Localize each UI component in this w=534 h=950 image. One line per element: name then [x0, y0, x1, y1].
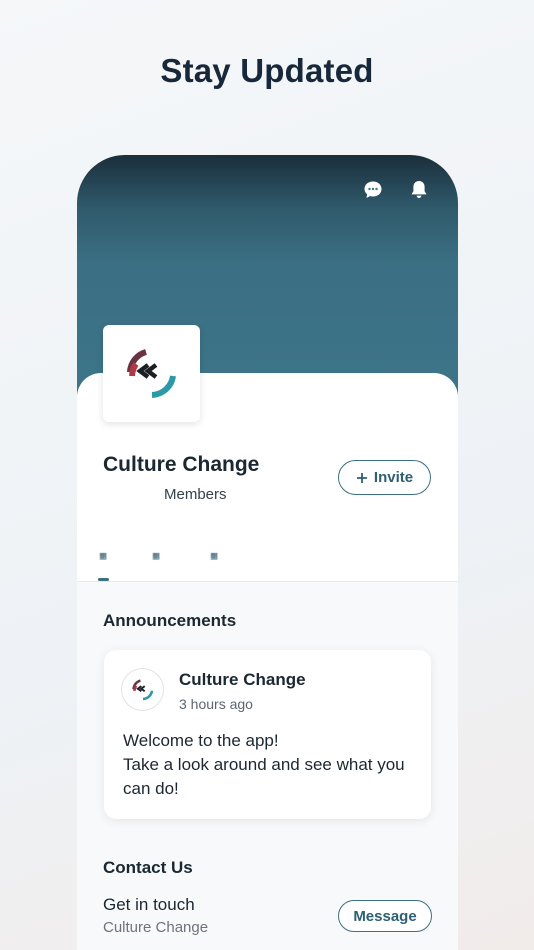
- post-timestamp: 3 hours ago: [179, 696, 253, 712]
- post-author: Culture Change: [179, 670, 306, 689]
- avatar: [121, 668, 164, 711]
- plus-icon: [356, 472, 367, 483]
- contact-subtitle: Culture Change: [103, 919, 209, 936]
- invite-label: Invite: [373, 469, 414, 486]
- announcements-title: Announcements: [103, 611, 237, 630]
- tab-3[interactable]: ▦: [206, 547, 222, 563]
- invite-button[interactable]: Invite: [338, 460, 431, 495]
- tab-bar: ▦ ▦ ▦: [77, 543, 458, 583]
- post-body: Welcome to the app! Take a look around a…: [123, 729, 423, 801]
- phone-frame: Culture Change Members Invite ▦ ▦ ▦ Anno…: [77, 155, 458, 950]
- post-body-line: Welcome to the app!: [123, 731, 279, 750]
- culture-change-logo-icon: [131, 678, 153, 700]
- headline: Stay Updated: [160, 52, 374, 89]
- chat-bubble-icon[interactable]: [362, 179, 384, 201]
- culture-change-logo-icon: [126, 348, 176, 398]
- members-link[interactable]: Members: [164, 486, 227, 503]
- contact-line: Get in touch: [103, 895, 195, 914]
- group-name: Culture Change: [103, 453, 260, 476]
- post-body-line: Take a look around and see what you can …: [123, 755, 405, 798]
- bell-icon[interactable]: [408, 179, 430, 201]
- message-button[interactable]: Message: [338, 900, 432, 932]
- tab-2[interactable]: ▦: [148, 547, 164, 563]
- announcement-card[interactable]: Culture Change 3 hours ago Welcome to th…: [104, 650, 431, 819]
- contact-title: Contact Us: [103, 858, 193, 877]
- tab-1[interactable]: ▦: [95, 547, 111, 563]
- group-logo: [103, 325, 200, 422]
